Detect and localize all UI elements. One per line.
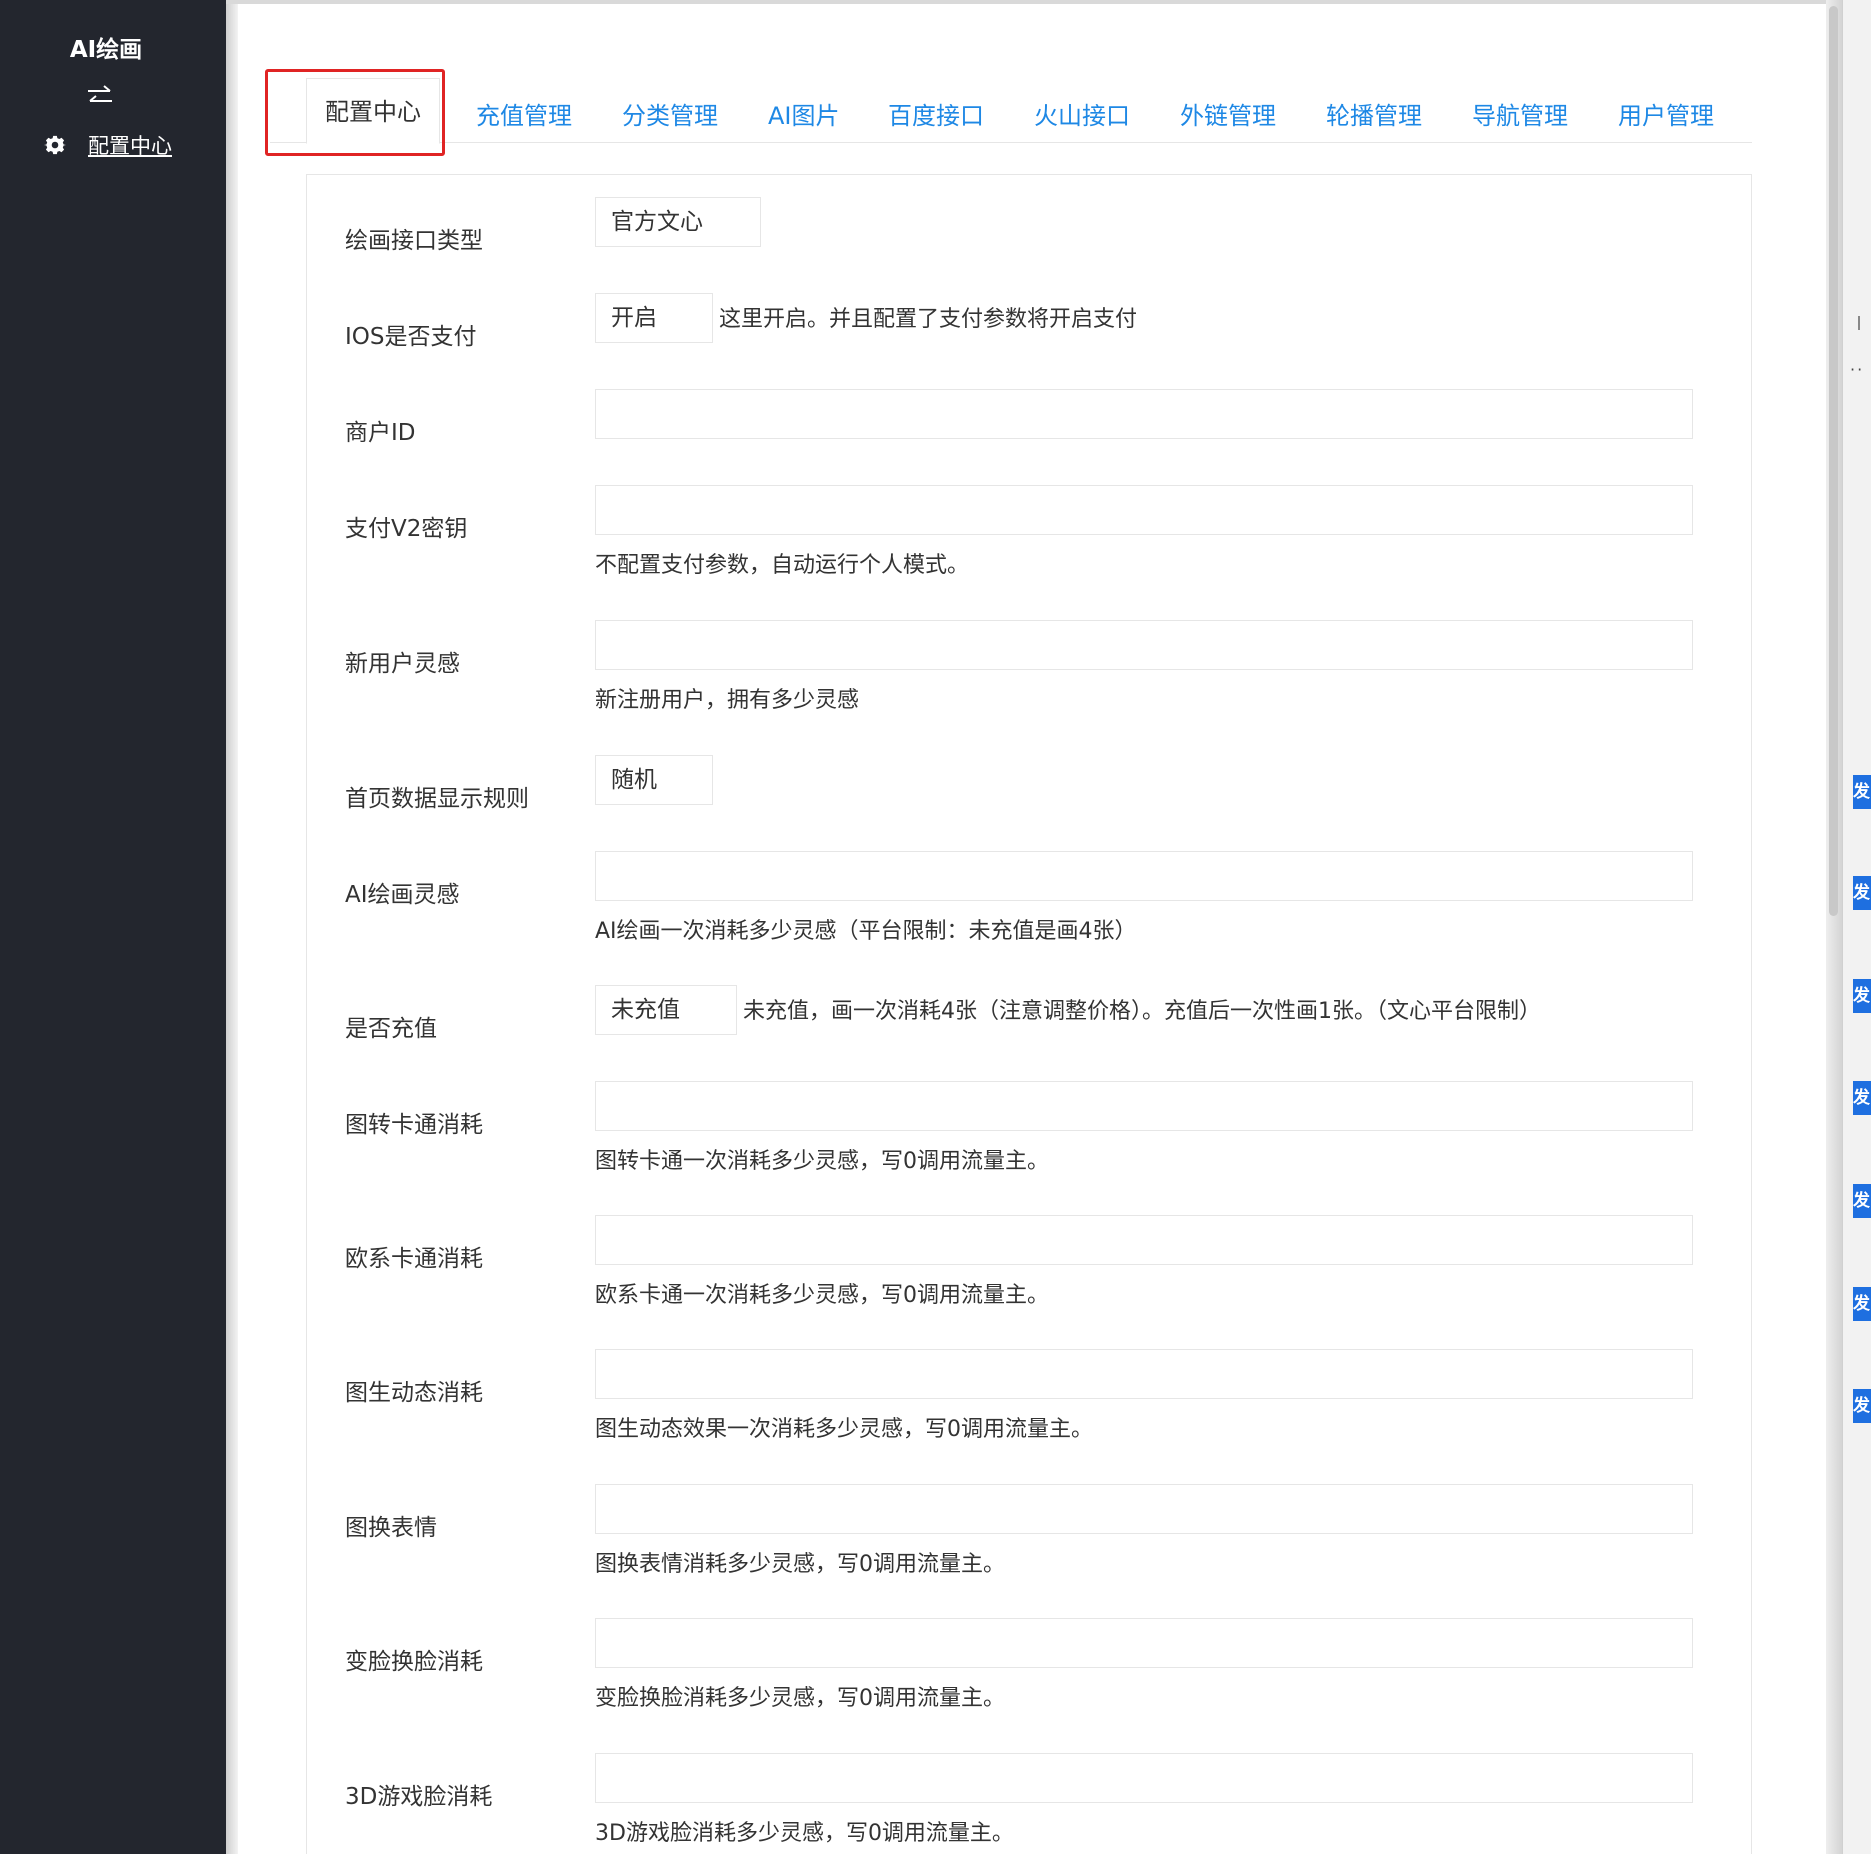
img-to-motion-input[interactable] — [595, 1349, 1693, 1399]
tab-users[interactable]: 用户管理 — [1618, 96, 1714, 131]
tab-recharge[interactable]: 充值管理 — [476, 96, 572, 131]
field-label: 图换表情 — [345, 1515, 437, 1541]
euro-cartoon-input[interactable] — [595, 1215, 1693, 1265]
img-to-emoji-input[interactable] — [595, 1484, 1693, 1534]
frame-top-edge — [226, 0, 1842, 4]
sidebar-item-label: 配置中心 — [88, 134, 172, 158]
home-display-rule-select[interactable]: 随机 — [595, 755, 713, 805]
side-action-button[interactable]: 发 — [1853, 1389, 1871, 1423]
config-form: 绘画接口类型 官方文心 IOS是否支付 开启 这里开启。并且配置了支付参数将开启… — [306, 174, 1752, 1854]
field-label: 是否充值 — [345, 1016, 437, 1042]
pay-v2-key-input[interactable] — [595, 485, 1693, 535]
face-swap-hint: 变脸换脸消耗多少灵感，写0调用流量主。 — [595, 1686, 1005, 1711]
side-action-button[interactable]: 发 — [1853, 1287, 1871, 1321]
field-label: IOS是否支付 — [345, 324, 477, 350]
app-brand: AI绘画 — [69, 37, 143, 63]
img-to-motion-hint: 图生动态效果一次消耗多少灵感，写0调用流量主。 — [595, 1417, 1093, 1442]
img-to-emoji-hint: 图换表情消耗多少灵感，写0调用流量主。 — [595, 1552, 1005, 1577]
tab-volcano-api[interactable]: 火山接口 — [1034, 96, 1130, 131]
side-panel-handle — [1858, 316, 1860, 330]
tab-baidu-api[interactable]: 百度接口 — [888, 96, 984, 131]
field-label: 新用户灵感 — [345, 651, 460, 677]
recharged-hint: 未充值，画一次消耗4张（注意调整价格）。充值后一次性画1张。（文心平台限制） — [743, 999, 1541, 1024]
field-label: 变脸换脸消耗 — [345, 1649, 483, 1675]
field-label: 欧系卡通消耗 — [345, 1246, 483, 1272]
side-action-button[interactable]: 发 — [1853, 775, 1871, 809]
side-action-button[interactable]: 发 — [1853, 979, 1871, 1013]
field-label: 绘画接口类型 — [345, 228, 483, 254]
field-label: AI绘画灵感 — [345, 882, 460, 908]
ios-pay-select[interactable]: 开启 — [595, 293, 713, 343]
side-action-button[interactable]: 发 — [1853, 1081, 1871, 1115]
field-label: 商户ID — [345, 420, 416, 446]
recharged-select[interactable]: 未充值 — [595, 985, 737, 1035]
game-face-3d-input[interactable] — [595, 1753, 1693, 1803]
frame-left-edge — [226, 0, 238, 1854]
euro-cartoon-hint: 欧系卡通一次消耗多少灵感，写0调用流量主。 — [595, 1283, 1049, 1308]
face-swap-input[interactable] — [595, 1618, 1693, 1668]
new-user-inspiration-input[interactable] — [595, 620, 1693, 670]
ios-pay-hint: 这里开启。并且配置了支付参数将开启支付 — [719, 307, 1138, 332]
field-label: 3D游戏脸消耗 — [345, 1784, 493, 1810]
field-label: 图生动态消耗 — [345, 1380, 483, 1406]
new-user-inspiration-hint: 新注册用户，拥有多少灵感 — [595, 688, 860, 713]
field-label: 图转卡通消耗 — [345, 1112, 483, 1138]
field-label: 首页数据显示规则 — [345, 786, 529, 812]
ai-draw-inspiration-hint: AI绘画一次消耗多少灵感（平台限制：未充值是画4张） — [595, 919, 1137, 944]
scrollbar-thumb[interactable] — [1829, 6, 1838, 916]
side-action-button[interactable]: 发 — [1853, 1184, 1871, 1218]
swap-arrows-icon[interactable] — [86, 84, 114, 108]
tab-config-center[interactable]: 配置中心 — [306, 78, 440, 144]
tab-bar-divider — [270, 142, 1752, 143]
sidebar: AI绘画 配置中心 — [0, 0, 226, 1854]
game-face-3d-hint: 3D游戏脸消耗多少灵感，写0调用流量主。 — [595, 1821, 1014, 1846]
tab-carousel[interactable]: 轮播管理 — [1326, 96, 1422, 131]
draw-api-type-select[interactable]: 官方文心 — [595, 197, 761, 247]
field-label: 支付V2密钥 — [345, 516, 468, 542]
gear-icon — [44, 135, 66, 155]
tab-category[interactable]: 分类管理 — [622, 96, 718, 131]
tab-ai-images[interactable]: AI图片 — [768, 96, 840, 131]
img-to-cartoon-input[interactable] — [595, 1081, 1693, 1131]
merchant-id-input[interactable] — [595, 389, 1693, 439]
right-side-panel — [1842, 0, 1871, 1854]
sidebar-item-config-center[interactable]: 配置中心 — [44, 130, 172, 160]
tab-external-links[interactable]: 外链管理 — [1180, 96, 1276, 131]
tab-navigation[interactable]: 导航管理 — [1472, 96, 1568, 131]
pay-v2-key-hint: 不配置支付参数，自动运行个人模式。 — [595, 553, 970, 578]
more-dots-icon[interactable]: ·· — [1850, 360, 1864, 379]
side-action-button[interactable]: 发 — [1853, 876, 1871, 910]
ai-draw-inspiration-input[interactable] — [595, 851, 1693, 901]
img-to-cartoon-hint: 图转卡通一次消耗多少灵感，写0调用流量主。 — [595, 1149, 1049, 1174]
